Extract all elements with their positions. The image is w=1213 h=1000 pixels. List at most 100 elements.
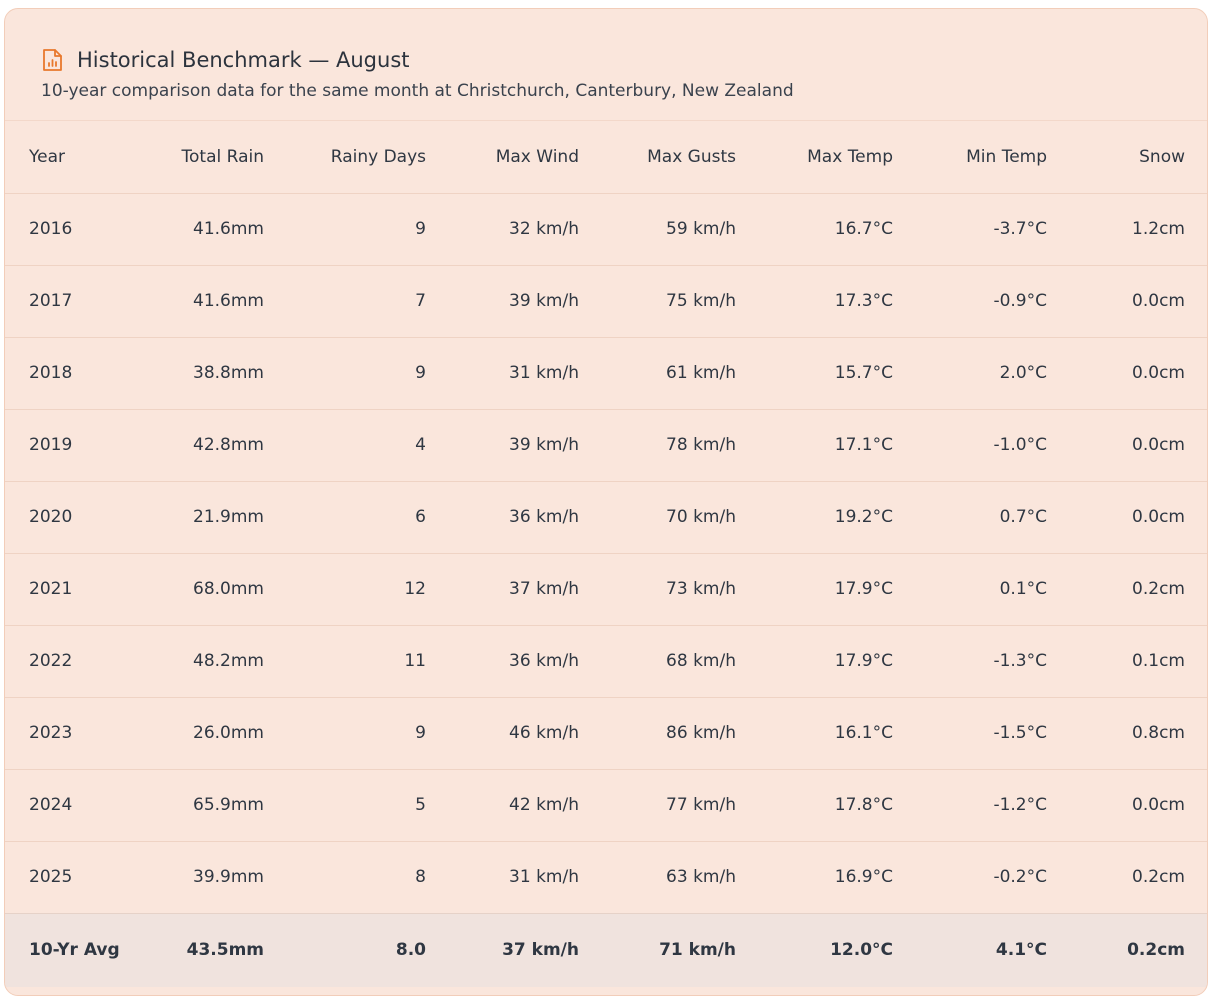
table-row[interactable]: 2020 21.9mm 6 36 km/h 70 km/h 19.2°C 0.7°C 0.0c… bbox=[5, 481, 1207, 554]
cell-min-temp: 0.7°C bbox=[917, 481, 1071, 554]
cell-rainy-days: 5 bbox=[288, 769, 450, 842]
cell-max-gusts: 59 km/h bbox=[603, 193, 760, 266]
column-header-year[interactable]: Year bbox=[5, 121, 131, 194]
cell-snow: 1.2cm bbox=[1071, 193, 1207, 266]
column-header-rainy-days[interactable]: Rainy Days bbox=[288, 121, 450, 194]
cell-snow: 0.0cm bbox=[1071, 265, 1207, 338]
cell-max-temp: 17.9°C bbox=[760, 625, 917, 698]
cell-min-temp: -0.2°C bbox=[993, 867, 1047, 887]
cell-total-rain: 21.9mm bbox=[131, 481, 288, 554]
cell-snow: 0.2cm bbox=[1071, 553, 1207, 626]
cell-rainy-days: 12 bbox=[288, 553, 450, 626]
cell-total-rain: 42.8mm bbox=[131, 409, 288, 482]
average-min-temp: 4.1°C bbox=[917, 912, 1071, 987]
cell-max-wind: 31 km/h bbox=[450, 337, 603, 410]
table-row[interactable]: 2019 42.8mm 4 39 km/h 78 km/h 17.1°C -1.0°C 0.0… bbox=[5, 409, 1207, 482]
cell-rainy-days: 9 bbox=[288, 337, 450, 410]
column-header-snow[interactable]: Snow bbox=[1071, 121, 1207, 194]
cell-max-temp: 16.9°C bbox=[834, 867, 893, 887]
average-row: 10-Yr Avg 43.5mm 8.0 37 km/h 71 km/h 12.… bbox=[5, 912, 1207, 987]
cell-snow: 0.0cm bbox=[1071, 409, 1207, 482]
table-row[interactable]: 2016 41.6mm 9 32 km/h 59 km/h 16.7°C -3.7°C 1.2… bbox=[5, 193, 1207, 266]
column-header-min-temp[interactable]: Min Temp bbox=[917, 121, 1071, 194]
cell-max-wind: 42 km/h bbox=[450, 769, 603, 842]
cell-total-rain: 41.6mm bbox=[131, 193, 288, 266]
cell-max-wind: 31 km/h bbox=[509, 867, 579, 887]
cell-max-wind: 36 km/h bbox=[450, 481, 603, 554]
report-chart-icon bbox=[41, 48, 63, 72]
table-header-row: Year Total Rain Rainy Days Max Wind Max … bbox=[5, 121, 1207, 194]
cell-max-wind: 39 km/h bbox=[450, 409, 603, 482]
column-header-max-temp[interactable]: Max Temp bbox=[760, 121, 917, 194]
cell-total-rain: 41.6mm bbox=[131, 265, 288, 338]
cell-year: 2021 bbox=[5, 553, 131, 626]
table-row[interactable]: 2017 41.6mm 7 39 km/h 75 km/h 17.3°C -0.9°C 0.0… bbox=[5, 265, 1207, 338]
cell-min-temp: -3.7°C bbox=[917, 193, 1071, 266]
title-row: Historical Benchmark — August bbox=[41, 45, 1207, 75]
cell-year: 2018 bbox=[5, 337, 131, 410]
table-body: 2016 41.6mm 9 32 km/h 59 km/h 16.7°C -3.7°C 1.2… bbox=[5, 193, 1207, 913]
panel-title: Historical Benchmark — August bbox=[77, 48, 410, 72]
cell-year: 2020 bbox=[5, 481, 131, 554]
cell-max-gusts: 63 km/h bbox=[666, 867, 736, 887]
cell-total-rain: 38.8mm bbox=[131, 337, 288, 410]
cell-snow: 0.0cm bbox=[1071, 481, 1207, 554]
cell-max-gusts: 75 km/h bbox=[603, 265, 760, 338]
average-label: 10-Yr Avg bbox=[5, 912, 131, 987]
table-row[interactable]: 2025 39.9mm 8 31 km/h 63 km/h 16.9°C -0.2°C 0.2… bbox=[5, 841, 1207, 913]
cell-max-gusts: 73 km/h bbox=[603, 553, 760, 626]
cell-total-rain: 65.9mm bbox=[131, 769, 288, 842]
benchmark-table: Year Total Rain Rainy Days Max Wind Max … bbox=[5, 121, 1207, 987]
cell-min-temp: -1.3°C bbox=[917, 625, 1071, 698]
panel-subtitle: 10-year comparison data for the same mon… bbox=[41, 81, 794, 101]
average-rainy-days: 8.0 bbox=[288, 912, 450, 987]
cell-min-temp: -1.2°C bbox=[917, 769, 1071, 842]
cell-max-gusts: 78 km/h bbox=[603, 409, 760, 482]
cell-max-temp: 19.2°C bbox=[760, 481, 917, 554]
cell-rainy-days: 9 bbox=[288, 193, 450, 266]
panel-header: Historical Benchmark — August 10-year co… bbox=[5, 9, 1207, 121]
cell-total-rain: 48.2mm bbox=[131, 625, 288, 698]
cell-max-wind: 36 km/h bbox=[450, 625, 603, 698]
cell-year: 2024 bbox=[5, 769, 131, 842]
table-row[interactable]: 2024 65.9mm 5 42 km/h 77 km/h 17.8°C -1.2°C 0.0… bbox=[5, 769, 1207, 842]
cell-snow: 0.8cm bbox=[1071, 697, 1207, 770]
cell-total-rain: 26.0mm bbox=[131, 697, 288, 770]
table-row[interactable]: 2021 68.0mm 12 37 km/h 73 km/h 17.9°C 0.1°C 0.2… bbox=[5, 553, 1207, 626]
average-max-wind: 37 km/h bbox=[450, 912, 603, 987]
cell-rainy-days: 7 bbox=[288, 265, 450, 338]
cell-rainy-days: 9 bbox=[288, 697, 450, 770]
cell-max-wind: 37 km/h bbox=[450, 553, 603, 626]
cell-max-gusts: 86 km/h bbox=[603, 697, 760, 770]
cell-year: 2025 bbox=[29, 867, 73, 887]
cell-max-temp: 17.8°C bbox=[760, 769, 917, 842]
cell-year: 2022 bbox=[5, 625, 131, 698]
cell-min-temp: -1.0°C bbox=[917, 409, 1071, 482]
column-header-total-rain[interactable]: Total Rain bbox=[131, 121, 288, 194]
cell-min-temp: 2.0°C bbox=[917, 337, 1071, 410]
cell-snow: 0.1cm bbox=[1071, 625, 1207, 698]
table-row[interactable]: 2022 48.2mm 11 36 km/h 68 km/h 17.9°C -1.3°C 0.… bbox=[5, 625, 1207, 698]
cell-rainy-days: 6 bbox=[288, 481, 450, 554]
cell-total-rain: 68.0mm bbox=[131, 553, 288, 626]
historical-benchmark-panel: Historical Benchmark — August 10-year co… bbox=[4, 8, 1208, 996]
cell-year: 2016 bbox=[5, 193, 131, 266]
cell-max-temp: 15.7°C bbox=[760, 337, 917, 410]
cell-min-temp: -1.5°C bbox=[917, 697, 1071, 770]
cell-rainy-days: 4 bbox=[288, 409, 450, 482]
column-header-max-gusts[interactable]: Max Gusts bbox=[603, 121, 760, 194]
cell-max-gusts: 68 km/h bbox=[603, 625, 760, 698]
table-row[interactable]: 2023 26.0mm 9 46 km/h 86 km/h 16.1°C -1.5°C 0.8… bbox=[5, 697, 1207, 770]
average-total-rain: 43.5mm bbox=[131, 912, 288, 987]
cell-year: 2019 bbox=[5, 409, 131, 482]
cell-year: 2023 bbox=[5, 697, 131, 770]
cell-max-gusts: 77 km/h bbox=[603, 769, 760, 842]
cell-max-temp: 17.1°C bbox=[760, 409, 917, 482]
cell-snow: 0.2cm bbox=[1132, 867, 1185, 887]
table-row[interactable]: 2018 38.8mm 9 31 km/h 61 km/h 15.7°C 2.0°C 0.0c… bbox=[5, 337, 1207, 410]
cell-snow: 0.0cm bbox=[1071, 769, 1207, 842]
cell-max-wind: 32 km/h bbox=[450, 193, 603, 266]
cell-max-gusts: 61 km/h bbox=[603, 337, 760, 410]
average-max-temp: 12.0°C bbox=[760, 912, 917, 987]
column-header-max-wind[interactable]: Max Wind bbox=[450, 121, 603, 194]
